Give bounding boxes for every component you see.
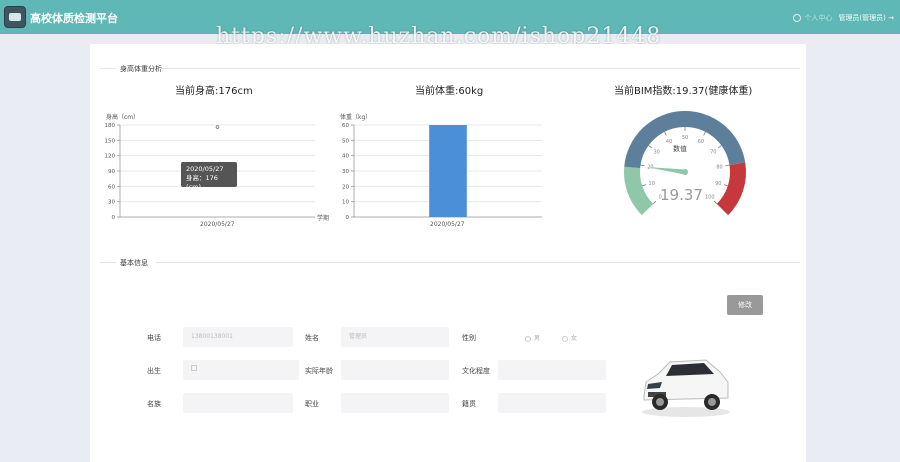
gauge-tick (717, 145, 722, 149)
gauge-tick-label: 90 (715, 181, 721, 187)
gender-radio-female[interactable]: 女 (562, 333, 577, 342)
gauge-band (716, 162, 746, 216)
bmi-chart-title: 当前BIM指数:19.37(健康体重) (614, 86, 753, 97)
gauge-band (624, 166, 654, 216)
phone-field[interactable]: 13800138001 (183, 327, 293, 347)
gauge-tick-label: 60 (698, 139, 704, 145)
gender-option-label: 男 (534, 335, 541, 342)
section-divider (160, 68, 800, 69)
calendar-icon (191, 365, 197, 371)
y-tick-label: 180 (105, 123, 116, 129)
ethnicity-field[interactable] (183, 393, 293, 413)
data-point (215, 125, 220, 129)
y-tick-label: 50 (342, 138, 349, 144)
gender-option-label: 女 (571, 335, 578, 342)
weight-chart-title: 当前体重:60kg (415, 86, 484, 97)
app-logo-icon (4, 6, 26, 28)
birth-label: 出生 (147, 367, 161, 375)
gauge-tick-label: 70 (710, 149, 716, 155)
section-divider (100, 262, 116, 263)
gauge-tick-label: 80 (716, 165, 722, 171)
actual-age-label: 实际年龄 (305, 367, 333, 375)
basic-section-title: 基本信息 (120, 259, 148, 267)
y-tick-label: 60 (342, 123, 349, 129)
gauge-tick (640, 164, 645, 166)
occupation-field[interactable] (341, 393, 449, 413)
education-field[interactable] (498, 360, 606, 380)
gauge-needle (646, 167, 686, 175)
gauge-tick-label: 10 (649, 181, 655, 187)
native-place-label: 籍贯 (462, 400, 476, 408)
gauge-pivot (682, 169, 688, 175)
gauge-tick-label: 100 (705, 195, 715, 201)
native-place-field[interactable] (498, 393, 606, 413)
chart-tooltip: 2020/05/27 身高：176 (cm) (181, 162, 237, 191)
y-tick-label: 30 (108, 200, 115, 206)
gauge-tick (664, 131, 667, 136)
actual-age-field[interactable] (341, 360, 449, 380)
gauge-name: 数值 (673, 145, 687, 153)
radio-icon (525, 335, 531, 342)
height-chart-title: 当前身高:176cm (175, 86, 253, 97)
user-circle-icon (793, 14, 802, 22)
ethnicity-label: 名族 (147, 400, 161, 408)
tooltip-value: 身高：176 (cm) (186, 174, 218, 191)
occupation-label: 职业 (305, 400, 319, 408)
gauge-tick (652, 200, 657, 205)
education-label: 文化程度 (462, 367, 490, 375)
app-title: 高校体质检测平台 (30, 12, 118, 25)
gender-label: 性别 (462, 334, 476, 342)
gauge-tick (713, 200, 718, 205)
gauge-tick (725, 164, 730, 166)
section-divider (100, 68, 116, 69)
gauge-tick-label: 50 (682, 135, 688, 141)
y-tick-label: 120 (105, 154, 116, 160)
user-area[interactable]: 个人中心 管理员(管理员) → (793, 13, 894, 23)
user-name[interactable]: 管理员(管理员) (838, 14, 885, 22)
gender-radio-male[interactable]: 男 (525, 333, 540, 342)
y-tick-label: 90 (108, 169, 115, 175)
name-field[interactable]: 管理员 (341, 327, 449, 347)
gauge-tick (703, 131, 706, 136)
y-tick-label: 150 (105, 138, 116, 144)
edit-button[interactable]: 修改 (727, 295, 763, 315)
phone-label: 电话 (147, 334, 161, 342)
tooltip-date: 2020/05/27 (186, 165, 224, 173)
chevron-right-icon: → (885, 14, 894, 22)
y-tick-label: 60 (108, 184, 115, 190)
car-image (642, 359, 730, 417)
analysis-section-title: 身高体重分析 (120, 65, 162, 73)
gauge-tick-label: 30 (653, 149, 659, 155)
radio-icon (562, 335, 568, 342)
y-tick-label: 40 (342, 154, 349, 160)
y-tick-label: 10 (342, 200, 349, 206)
weight-bar-chart: 60 50 40 30 20 10 0 (342, 123, 542, 221)
personal-center-link[interactable]: 个人中心 (804, 14, 832, 22)
y-tick-label: 0 (346, 215, 350, 221)
gauge-tick-label: 40 (666, 139, 672, 145)
weight-bar (429, 125, 467, 217)
section-divider (156, 262, 800, 263)
y-tick-label: 30 (342, 169, 349, 175)
gauge-tick (648, 145, 653, 149)
birth-field[interactable] (183, 360, 299, 380)
y-tick-label: 20 (342, 184, 349, 190)
gauge-tick (723, 184, 728, 187)
gauge-value: 19.37 (660, 186, 703, 204)
y-tick-label: 0 (112, 215, 116, 221)
name-label: 姓名 (305, 334, 319, 342)
gauge-tick (642, 184, 647, 187)
